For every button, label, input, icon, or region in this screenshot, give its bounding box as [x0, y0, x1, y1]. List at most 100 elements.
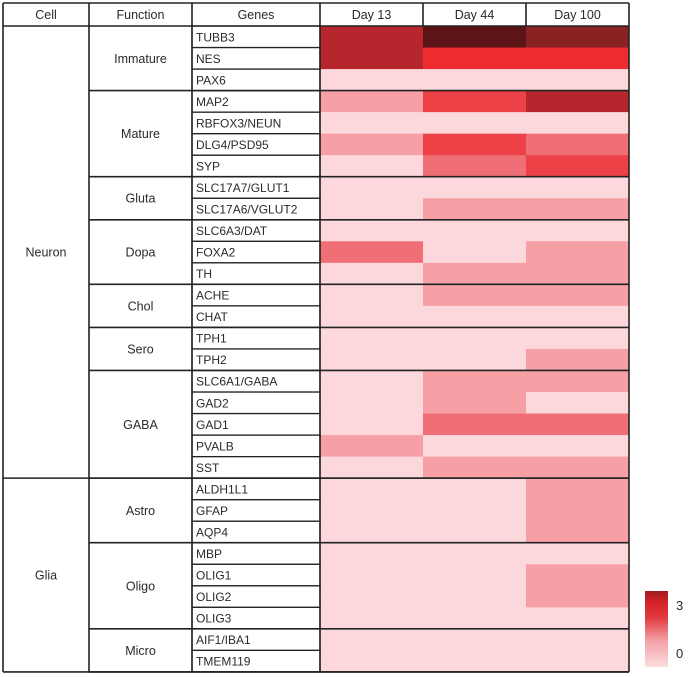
heatmap-cell [320, 392, 424, 415]
heatmap-cell [526, 478, 630, 501]
gene-label: OLIG3 [196, 612, 232, 626]
heatmap-cell [526, 133, 630, 156]
function-label: Mature [121, 127, 160, 141]
heatmap-cell [526, 456, 630, 479]
gene-label: GAD1 [196, 418, 229, 432]
heatmap-cell [423, 392, 527, 415]
heatmap-cell [320, 650, 424, 673]
heatmap-cell [320, 69, 424, 92]
heatmap-cell [423, 435, 527, 458]
function-label: Micro [125, 644, 156, 658]
heatmap-cell [423, 478, 527, 501]
function-label: Gluta [126, 192, 156, 206]
gene-label: AIF1/IBA1 [196, 633, 251, 647]
heatmap-cell [423, 542, 527, 565]
heatmap-cell [526, 90, 630, 113]
heatmap-cell [320, 521, 424, 544]
heatmap-cell [526, 47, 630, 70]
gene-label: NES [196, 52, 221, 66]
heatmap-cell [526, 305, 630, 328]
heatmap-cell [526, 284, 630, 307]
heatmap-cell [320, 370, 424, 393]
table-header: Cell Function Genes Day 13 Day 44 Day 100 [35, 8, 601, 22]
cell-type-label: Neuron [26, 246, 67, 260]
heatmap-cell [320, 176, 424, 199]
heatmap-cell [526, 521, 630, 544]
heatmap-cell [526, 370, 630, 393]
gene-label: DLG4/PSD95 [196, 138, 269, 152]
heatmap-cell [526, 564, 630, 587]
function-label: Astro [126, 504, 155, 518]
heatmap-cell [526, 628, 630, 651]
gene-label: RBFOX3/NEUN [196, 116, 281, 130]
heatmap-cell [320, 327, 424, 350]
heatmap-cell [320, 198, 424, 221]
colorbar-legend: 3 0 [645, 591, 683, 667]
function-label: GABA [123, 418, 158, 432]
heatmap-cell [423, 521, 527, 544]
gene-label: SYP [196, 159, 220, 173]
gene-label: CHAT [196, 310, 228, 324]
heatmap-cell [526, 650, 630, 673]
heatmap-cell [423, 348, 527, 371]
gene-label: GAD2 [196, 396, 229, 410]
gene-label: ALDH1L1 [196, 482, 248, 496]
heatmap-cell [526, 542, 630, 565]
gene-label: SST [196, 461, 220, 475]
heatmap-cell [320, 499, 424, 522]
heatmap-cell [423, 413, 527, 436]
heatmap-cell [526, 198, 630, 221]
column-header-day-44: Day 44 [455, 8, 495, 22]
heatmap-cell [526, 155, 630, 178]
heatmap-cell [423, 456, 527, 479]
heatmap-cell [320, 112, 424, 135]
heatmap-cell [423, 155, 527, 178]
heatmap-cell [423, 650, 527, 673]
heatmap-cells [320, 26, 630, 673]
heatmap-chart: Cell Function Genes Day 13 Day 44 Day 100 TUB… [2, 2, 683, 673]
heatmap-cell [320, 284, 424, 307]
heatmap-cell [526, 348, 630, 371]
heatmap-cell [320, 219, 424, 242]
gene-label: TH [196, 267, 212, 281]
heatmap-cell [526, 26, 630, 49]
gene-label: GFAP [196, 504, 228, 518]
function-label: Oligo [126, 579, 155, 593]
gene-label: SLC6A3/DAT [196, 224, 268, 238]
heatmap-cell [320, 542, 424, 565]
heatmap-cell [423, 607, 527, 630]
heatmap-cell [320, 90, 424, 113]
heatmap-cell [423, 628, 527, 651]
function-label: Sero [127, 342, 153, 356]
column-header-function: Function [117, 8, 165, 22]
heatmap-cell [526, 499, 630, 522]
heatmap-cell [526, 607, 630, 630]
heatmap-cell [320, 305, 424, 328]
gene-label: MAP2 [196, 95, 229, 109]
heatmap-cell [423, 133, 527, 156]
heatmap-cell [423, 90, 527, 113]
heatmap-cell [320, 413, 424, 436]
heatmap-cell [423, 69, 527, 92]
function-label: Chol [128, 299, 154, 313]
heatmap-cell [423, 47, 527, 70]
heatmap-cell [320, 456, 424, 479]
heatmap-cell [423, 219, 527, 242]
heatmap-cell [320, 585, 424, 608]
heatmap-cell [526, 219, 630, 242]
gene-label: TMEM119 [196, 655, 251, 669]
heatmap-cell [526, 435, 630, 458]
heatmap-cell [320, 133, 424, 156]
heatmap-cell [423, 284, 527, 307]
gene-label: AQP4 [196, 525, 228, 539]
heatmap-cell [320, 607, 424, 630]
heatmap-cell [320, 155, 424, 178]
heatmap-cell [423, 585, 527, 608]
column-header-day-100: Day 100 [554, 8, 601, 22]
heatmap-cell [526, 327, 630, 350]
gene-label: SLC17A7/GLUT1 [196, 181, 290, 195]
column-header-day-13: Day 13 [352, 8, 392, 22]
gene-label: TPH2 [196, 353, 227, 367]
cell-type-label: Glia [35, 569, 57, 583]
heatmap-cell [423, 262, 527, 285]
